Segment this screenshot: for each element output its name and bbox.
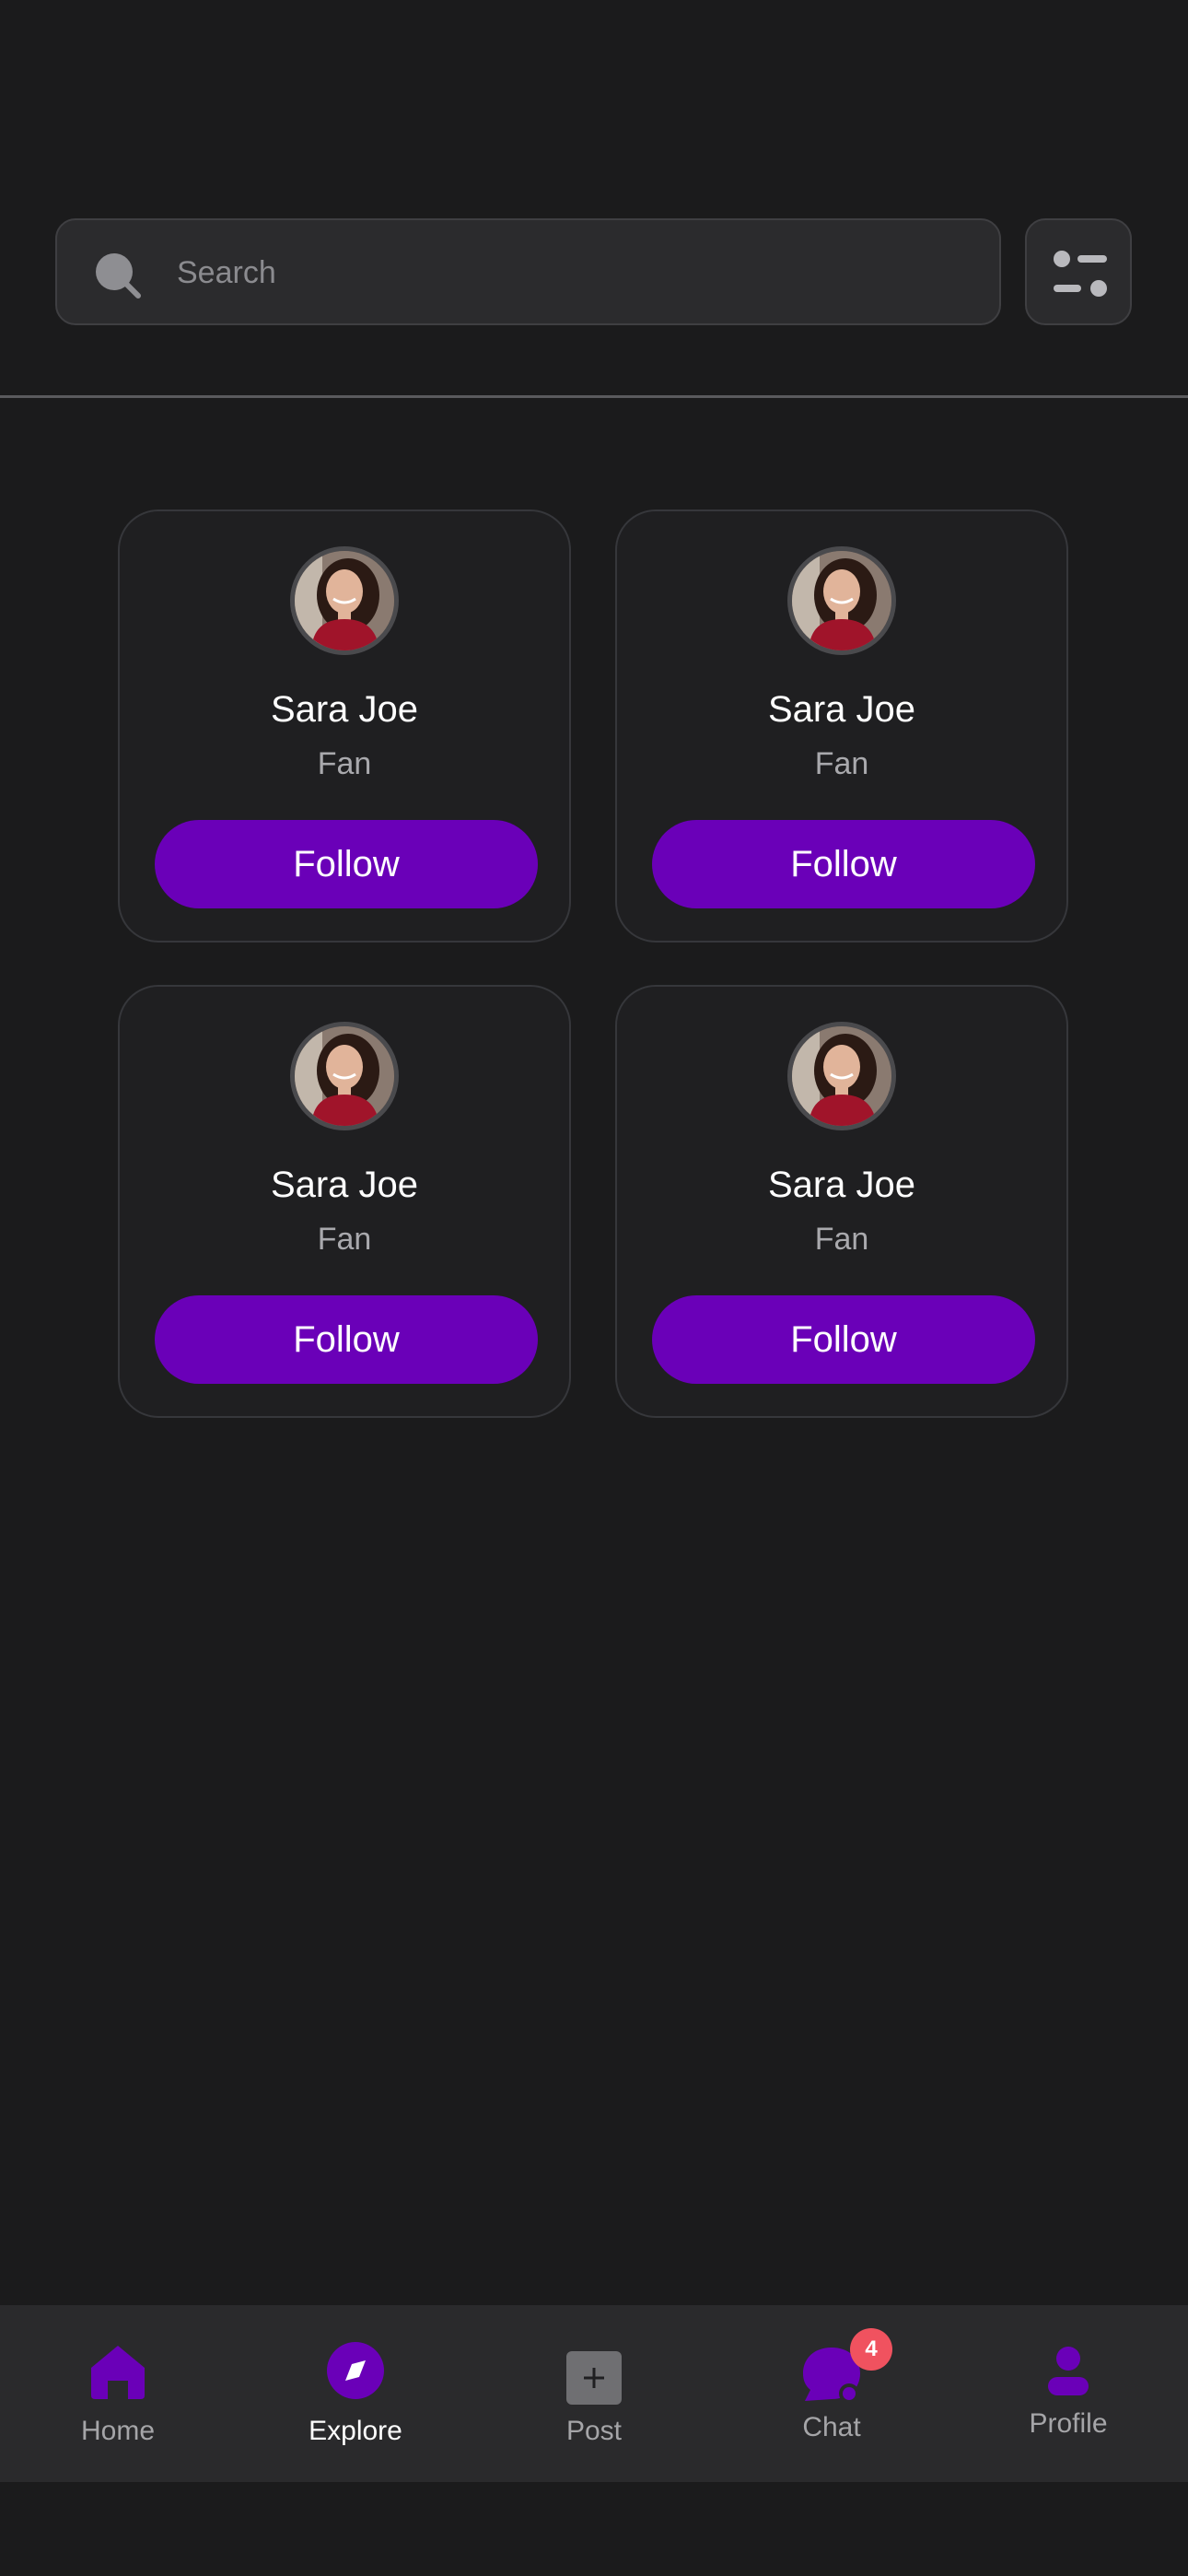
user-name: Sara Joe <box>767 689 916 730</box>
search-bar[interactable] <box>55 218 1001 325</box>
user-icon <box>1048 2347 1089 2395</box>
nav-label-profile: Profile <box>1029 2408 1108 2439</box>
follow-button[interactable]: Follow <box>155 820 538 908</box>
user-role: Fan <box>317 746 372 781</box>
avatar-image <box>792 1026 891 1126</box>
user-card: Sara Joe Fan Follow <box>118 509 571 943</box>
nav-item-home[interactable]: Home <box>26 2305 210 2482</box>
user-role: Fan <box>814 1222 869 1257</box>
user-name: Sara Joe <box>767 1165 916 1205</box>
follow-button[interactable]: Follow <box>652 1295 1035 1384</box>
search-icon <box>96 253 141 299</box>
search-input[interactable] <box>175 220 971 325</box>
filter-button[interactable] <box>1025 218 1132 325</box>
avatar-image <box>295 551 394 650</box>
nav-label-post: Post <box>565 2416 623 2446</box>
nav-label-chat: Chat <box>802 2412 861 2442</box>
nav-label-home: Home <box>80 2416 156 2446</box>
user-card: Sara Joe Fan Follow <box>615 509 1068 943</box>
nav-item-post[interactable]: Post <box>502 2305 686 2482</box>
nav-item-explore[interactable]: Explore <box>263 2305 448 2482</box>
avatar-image <box>792 551 891 650</box>
chat-badge: 4 <box>850 2328 892 2371</box>
avatar-image <box>295 1026 394 1126</box>
plus-icon <box>566 2351 622 2405</box>
user-role: Fan <box>317 1222 372 1257</box>
avatar[interactable] <box>290 546 399 655</box>
user-role: Fan <box>814 746 869 781</box>
divider <box>0 395 1188 398</box>
nav-item-chat[interactable]: 4 Chat <box>740 2305 924 2482</box>
nav-item-profile[interactable]: Profile <box>976 2305 1160 2482</box>
user-card: Sara Joe Fan Follow <box>615 985 1068 1418</box>
avatar[interactable] <box>290 1022 399 1130</box>
home-icon <box>91 2346 145 2399</box>
avatar[interactable] <box>787 1022 896 1130</box>
avatar[interactable] <box>787 546 896 655</box>
filter-icon <box>1054 251 1107 297</box>
explore-screen: Sara Joe Fan Follow Sara Joe Fan Follow <box>0 0 1188 2576</box>
user-card: Sara Joe Fan Follow <box>118 985 571 1418</box>
follow-button[interactable]: Follow <box>155 1295 538 1384</box>
follow-button[interactable]: Follow <box>652 820 1035 908</box>
bottom-nav: Home Explore Post 4 Chat Profile <box>0 2305 1188 2482</box>
compass-icon <box>327 2342 384 2399</box>
nav-label-explore: Explore <box>309 2416 402 2446</box>
user-name: Sara Joe <box>270 689 419 730</box>
user-name: Sara Joe <box>270 1165 419 1205</box>
